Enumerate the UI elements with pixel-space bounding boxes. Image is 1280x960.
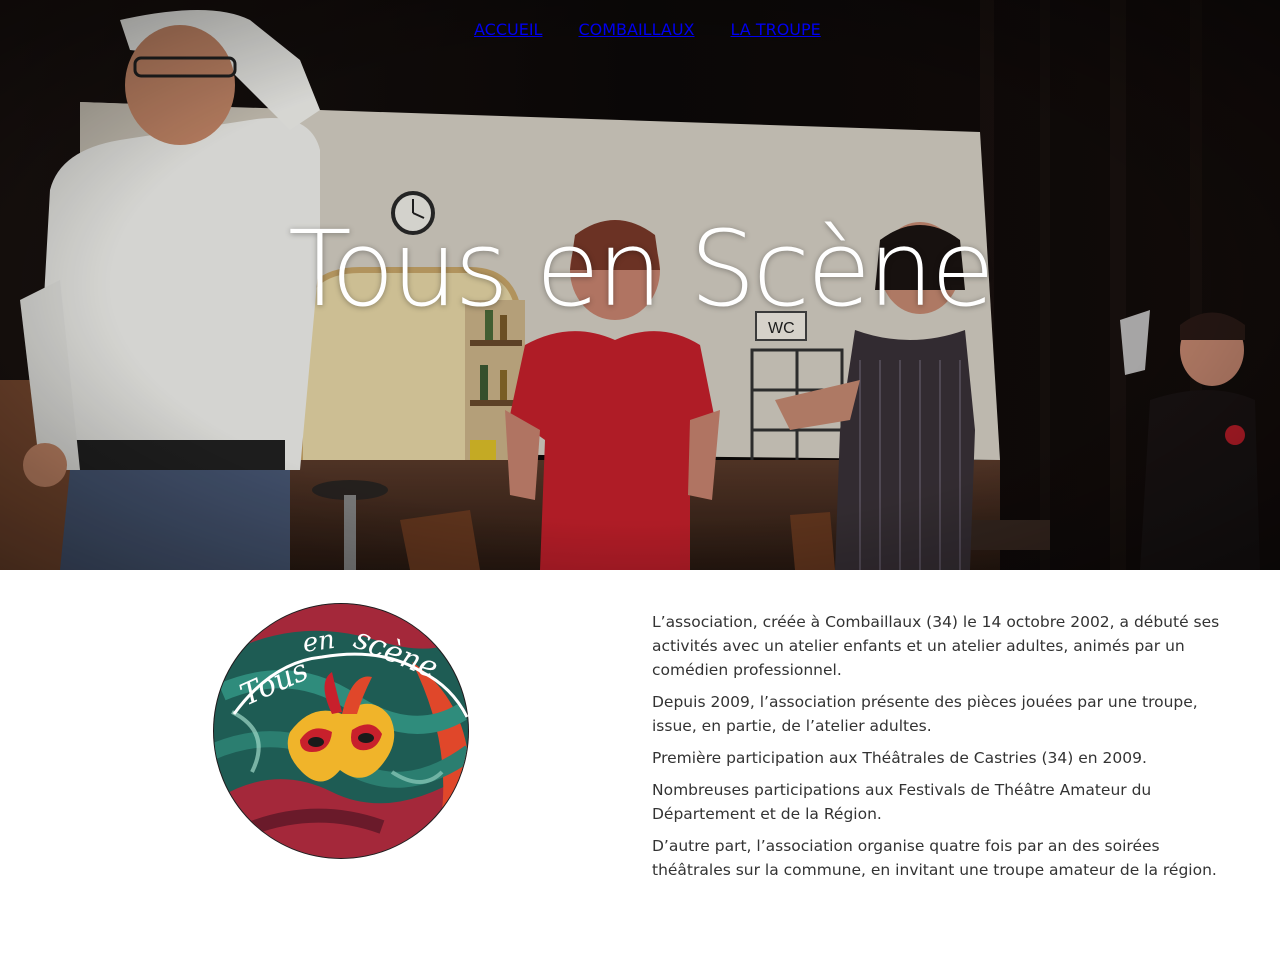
nav-item-la-troupe[interactable]: LA TROUPE [731,20,821,39]
about-paragraph: Depuis 2009, l’association présente des … [652,693,1198,735]
about-paragraph: L’association, créée à Combaillaux (34) … [652,613,1220,679]
nav-item-accueil[interactable]: ACCUEIL [474,20,542,39]
troupe-logo: Tous en scène [212,602,470,864]
carnival-mask-icon: Tous en scène [213,603,469,859]
about-paragraph: D’autre part, l’association organise qua… [652,837,1217,879]
about-paragraph: Première participation aux Théâtrales de… [652,749,1147,767]
nav-item-combaillaux[interactable]: COMBAILLAUX [578,20,694,39]
main-navigation: ACCUEIL COMBAILLAUX LA TROUPE [474,20,821,39]
about-text: L’association, créée à Combaillaux (34) … [652,610,1232,890]
logo-text-en: en [301,625,337,659]
hero-banner: WC [0,0,1280,570]
hero-title: Tous en Scène [288,208,995,330]
about-paragraph: Nombreuses participations aux Festivals … [652,781,1152,823]
